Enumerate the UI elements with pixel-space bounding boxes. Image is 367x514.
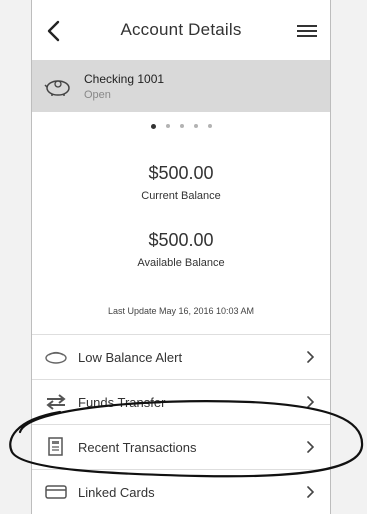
chevron-right-icon (307, 486, 314, 498)
account-selector[interactable]: Checking 1001 Open (32, 60, 330, 112)
menu-button[interactable] (294, 20, 320, 42)
alert-icon (45, 351, 67, 364)
current-balance-amount: $500.00 (148, 163, 214, 183)
chevron-right-icon (307, 351, 314, 363)
account-name: Checking 1001 (84, 71, 165, 86)
transactions-icon (48, 437, 63, 456)
available-balance-amount: $500.00 (148, 230, 214, 250)
chevron-right-icon (307, 396, 314, 408)
account-actions-list: Low Balance Alert Funds Transfer Recent … (32, 334, 330, 514)
current-balance-label: Current Balance (141, 190, 221, 202)
list-item-label: Funds Transfer (78, 394, 166, 410)
card-icon (45, 485, 67, 499)
pager-dot-active[interactable] (150, 123, 156, 129)
back-button[interactable] (40, 18, 66, 44)
available-balance-label: Available Balance (137, 257, 225, 269)
phone-screen: Account Details Checking 1001 Open $500.… (31, 0, 331, 514)
list-item-label: Low Balance Alert (78, 349, 183, 365)
list-item-linked-cards[interactable]: Linked Cards (32, 469, 330, 514)
pager-dot[interactable] (193, 124, 198, 128)
account-status: Open (84, 88, 111, 101)
last-update-text: Last Update May 16, 2016 10:03 AM (107, 306, 255, 316)
page-title: Account Details (120, 20, 242, 39)
list-item-funds-transfer[interactable]: Funds Transfer (32, 379, 330, 424)
current-balance: $500.00 Current Balance (32, 163, 330, 202)
pager-dot[interactable] (165, 124, 170, 128)
hamburger-menu-icon (297, 25, 317, 37)
app-header: Account Details (32, 0, 330, 60)
available-balance: $500.00 Available Balance (32, 230, 330, 269)
list-item-recent-transactions[interactable]: Recent Transactions (32, 424, 330, 469)
chevron-right-icon (307, 441, 314, 453)
transfer-icon (46, 394, 66, 410)
list-item-label: Linked Cards (78, 484, 155, 500)
pager-dot[interactable] (207, 124, 212, 128)
pager-dots (32, 120, 330, 132)
pager-dot[interactable] (179, 124, 184, 128)
piggy-bank-icon (44, 80, 70, 96)
chevron-left-icon (47, 20, 60, 42)
list-item-label: Recent Transactions (78, 439, 197, 455)
list-item-low-balance-alert[interactable]: Low Balance Alert (32, 334, 330, 379)
